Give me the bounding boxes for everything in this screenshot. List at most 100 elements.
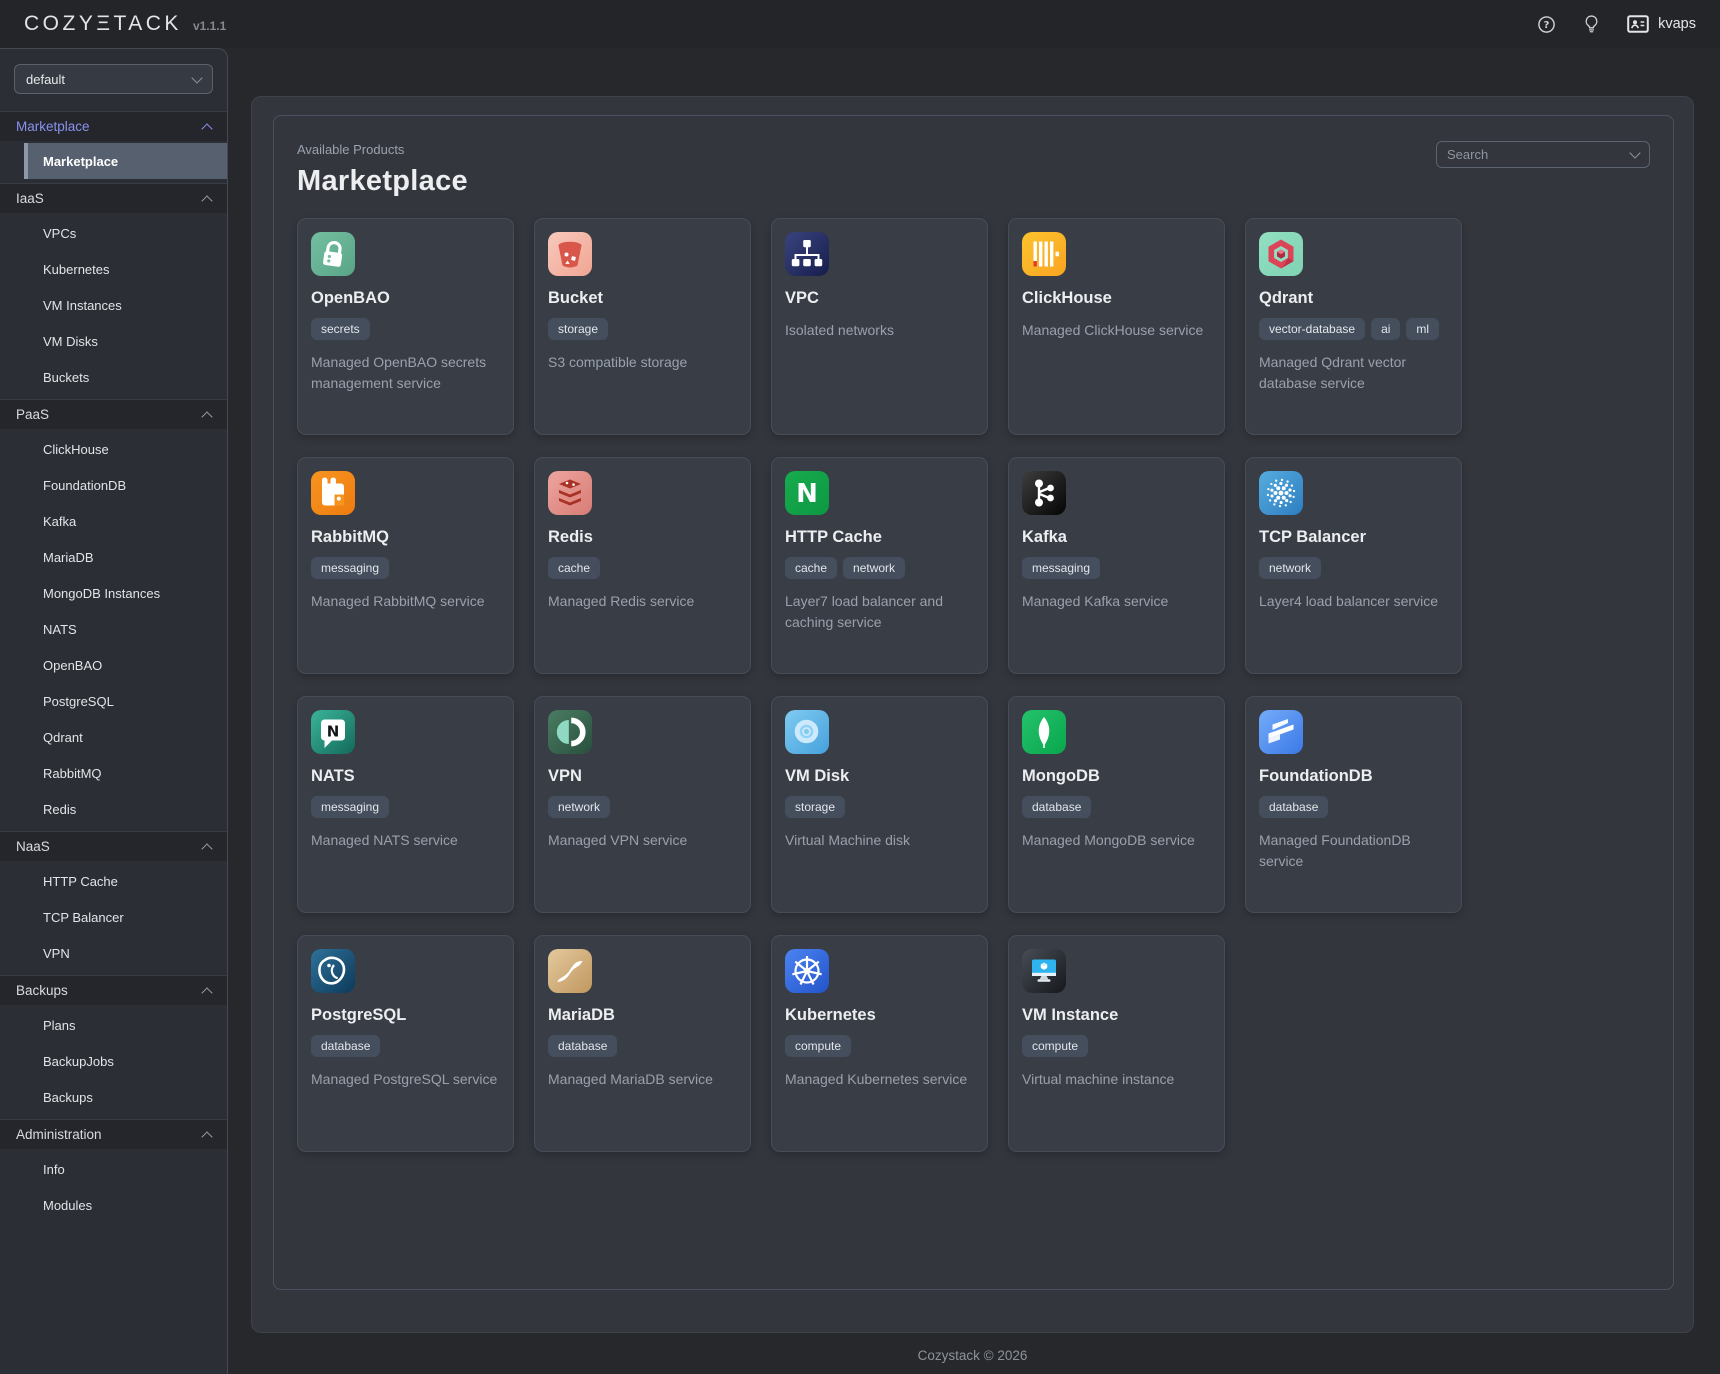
product-title: Qdrant bbox=[1259, 289, 1448, 308]
section-label: NaaS bbox=[16, 839, 50, 854]
sidebar-section: PaaSClickHouseFoundationDBKafkaMariaDBMo… bbox=[0, 399, 227, 831]
sidebar-item-foundationdb[interactable]: FoundationDB bbox=[24, 467, 227, 503]
product-description: Managed OpenBAO secrets management servi… bbox=[311, 352, 500, 393]
workspace-select-value: default bbox=[26, 72, 65, 87]
topbar-actions: ? kvaps bbox=[1537, 14, 1696, 34]
help-circle-icon[interactable]: ? bbox=[1537, 15, 1556, 34]
sidebar-section-administration[interactable]: Administration bbox=[0, 1119, 227, 1149]
product-card-vpc[interactable]: VPCIsolated networks bbox=[771, 218, 988, 435]
product-tags: network bbox=[548, 796, 737, 818]
product-card-tcp-balancer[interactable]: TCP BalancernetworkLayer4 load balancer … bbox=[1245, 457, 1462, 674]
sidebar-item-vm-instances[interactable]: VM Instances bbox=[24, 287, 227, 323]
product-title: PostgreSQL bbox=[311, 1006, 500, 1025]
rabbitmq-icon bbox=[311, 471, 355, 515]
product-description: Layer7 load balancer and caching service bbox=[785, 591, 974, 632]
sidebar-item-vpn[interactable]: VPN bbox=[24, 935, 227, 971]
sidebar-nav: Marketplace Marketplace IaaSVPCsKubernetes… bbox=[0, 111, 227, 1227]
sidebar-item-clickhouse[interactable]: ClickHouse bbox=[24, 431, 227, 467]
workspace-select-wrap: default bbox=[0, 49, 227, 111]
sidebar-item-plans[interactable]: Plans bbox=[24, 1007, 227, 1043]
product-title: FoundationDB bbox=[1259, 767, 1448, 786]
sidebar-item-postgresql[interactable]: PostgreSQL bbox=[24, 683, 227, 719]
sidebar-item-nats[interactable]: NATS bbox=[24, 611, 227, 647]
vpc-network-icon bbox=[785, 232, 829, 276]
product-card-mariadb[interactable]: MariaDBdatabaseManaged MariaDB service bbox=[534, 935, 751, 1152]
sidebar-item-mariadb[interactable]: MariaDB bbox=[24, 539, 227, 575]
lightbulb-icon[interactable] bbox=[1583, 14, 1600, 34]
user-menu[interactable]: kvaps bbox=[1627, 15, 1696, 33]
product-card-kubernetes[interactable]: KubernetescomputeManaged Kubernetes serv… bbox=[771, 935, 988, 1152]
product-card-kafka[interactable]: KafkamessagingManaged Kafka service bbox=[1008, 457, 1225, 674]
product-card-redis[interactable]: RediscacheManaged Redis service bbox=[534, 457, 751, 674]
section-label: Administration bbox=[16, 1127, 102, 1142]
sidebar-item-qdrant[interactable]: Qdrant bbox=[24, 719, 227, 755]
product-tag: messaging bbox=[311, 796, 389, 818]
kafka-icon bbox=[1022, 471, 1066, 515]
product-tags: database bbox=[311, 1035, 500, 1057]
sidebar-section-paas[interactable]: PaaS bbox=[0, 399, 227, 429]
sidebar-item-vm-disks[interactable]: VM Disks bbox=[24, 323, 227, 359]
tcp-balancer-icon bbox=[1259, 471, 1303, 515]
product-card-qdrant[interactable]: Qdrantvector-databaseaimlManaged Qdrant … bbox=[1245, 218, 1462, 435]
sidebar-item-http-cache[interactable]: HTTP Cache bbox=[24, 863, 227, 899]
vm-instance-icon bbox=[1022, 949, 1066, 993]
product-tags: messaging bbox=[1022, 557, 1211, 579]
product-title: RabbitMQ bbox=[311, 528, 500, 547]
product-card-vm-disk[interactable]: VM DiskstorageVirtual Machine disk bbox=[771, 696, 988, 913]
foundationdb-icon bbox=[1259, 710, 1303, 754]
sidebar-section-backups[interactable]: Backups bbox=[0, 975, 227, 1005]
product-description: Managed NATS service bbox=[311, 830, 500, 850]
sidebar-section-iaas[interactable]: IaaS bbox=[0, 183, 227, 213]
sidebar-item-backupjobs[interactable]: BackupJobs bbox=[24, 1043, 227, 1079]
sidebar-item-info[interactable]: Info bbox=[24, 1151, 227, 1187]
product-description: Managed Redis service bbox=[548, 591, 737, 611]
sidebar-item-redis[interactable]: Redis bbox=[24, 791, 227, 827]
product-tags: compute bbox=[785, 1035, 974, 1057]
product-card-rabbitmq[interactable]: RabbitMQmessagingManaged RabbitMQ servic… bbox=[297, 457, 514, 674]
product-description: Virtual Machine disk bbox=[785, 830, 974, 850]
sidebar-item-vpcs[interactable]: VPCs bbox=[24, 215, 227, 251]
sidebar-item-modules[interactable]: Modules bbox=[24, 1187, 227, 1223]
product-card-vm-instance[interactable]: VM InstancecomputeVirtual machine instan… bbox=[1008, 935, 1225, 1152]
product-grid: OpenBAOsecretsManaged OpenBAO secrets ma… bbox=[297, 218, 1650, 1152]
product-title: OpenBAO bbox=[311, 289, 500, 308]
product-description: Managed Kubernetes service bbox=[785, 1069, 974, 1089]
workspace-select[interactable]: default bbox=[14, 64, 213, 94]
sidebar-item-kubernetes[interactable]: Kubernetes bbox=[24, 251, 227, 287]
brand: COZYΞTACK v1.1.1 bbox=[24, 12, 226, 36]
product-tag: storage bbox=[785, 796, 845, 818]
sidebar-section-naas[interactable]: NaaS bbox=[0, 831, 227, 861]
vm-disk-icon bbox=[785, 710, 829, 754]
product-card-postgresql[interactable]: PostgreSQLdatabaseManaged PostgreSQL ser… bbox=[297, 935, 514, 1152]
product-tags: storage bbox=[548, 318, 737, 340]
chevron-up-icon bbox=[201, 843, 212, 854]
product-card-bucket[interactable]: BucketstorageS3 compatible storage bbox=[534, 218, 751, 435]
product-card-foundationdb[interactable]: FoundationDBdatabaseManaged FoundationDB… bbox=[1245, 696, 1462, 913]
sidebar-item-tcp-balancer[interactable]: TCP Balancer bbox=[24, 899, 227, 935]
sidebar-item-rabbitmq[interactable]: RabbitMQ bbox=[24, 755, 227, 791]
section-label: Marketplace bbox=[16, 119, 90, 134]
search-input[interactable]: Search bbox=[1436, 141, 1650, 168]
product-title: VPN bbox=[548, 767, 737, 786]
bucket-icon bbox=[548, 232, 592, 276]
sidebar-item-openbao[interactable]: OpenBAO bbox=[24, 647, 227, 683]
product-tag: database bbox=[548, 1035, 617, 1057]
sidebar-item-kafka[interactable]: Kafka bbox=[24, 503, 227, 539]
product-card-nats[interactable]: NNATSmessagingManaged NATS service bbox=[297, 696, 514, 913]
product-card-http-cache[interactable]: NHTTP CachecachenetworkLayer7 load balan… bbox=[771, 457, 988, 674]
chevron-up-icon bbox=[201, 987, 212, 998]
sidebar-item-mongodb-instances[interactable]: MongoDB Instances bbox=[24, 575, 227, 611]
vpn-icon bbox=[548, 710, 592, 754]
product-card-mongodb[interactable]: MongoDBdatabaseManaged MongoDB service bbox=[1008, 696, 1225, 913]
nats-icon: N bbox=[311, 710, 355, 754]
main-area: Available Products Marketplace Search Op… bbox=[228, 48, 1720, 1374]
sidebar-item-buckets[interactable]: Buckets bbox=[24, 359, 227, 395]
sidebar-item-marketplace[interactable]: Marketplace bbox=[24, 143, 227, 179]
product-tags: messaging bbox=[311, 796, 500, 818]
sidebar-section-marketplace[interactable]: Marketplace bbox=[0, 111, 227, 141]
sidebar-item-backups[interactable]: Backups bbox=[24, 1079, 227, 1115]
product-card-openbao[interactable]: OpenBAOsecretsManaged OpenBAO secrets ma… bbox=[297, 218, 514, 435]
product-card-clickhouse[interactable]: ClickHouseManaged ClickHouse service bbox=[1008, 218, 1225, 435]
product-card-vpn[interactable]: VPNnetworkManaged VPN service bbox=[534, 696, 751, 913]
marketplace-panel: Available Products Marketplace Search Op… bbox=[273, 115, 1674, 1290]
